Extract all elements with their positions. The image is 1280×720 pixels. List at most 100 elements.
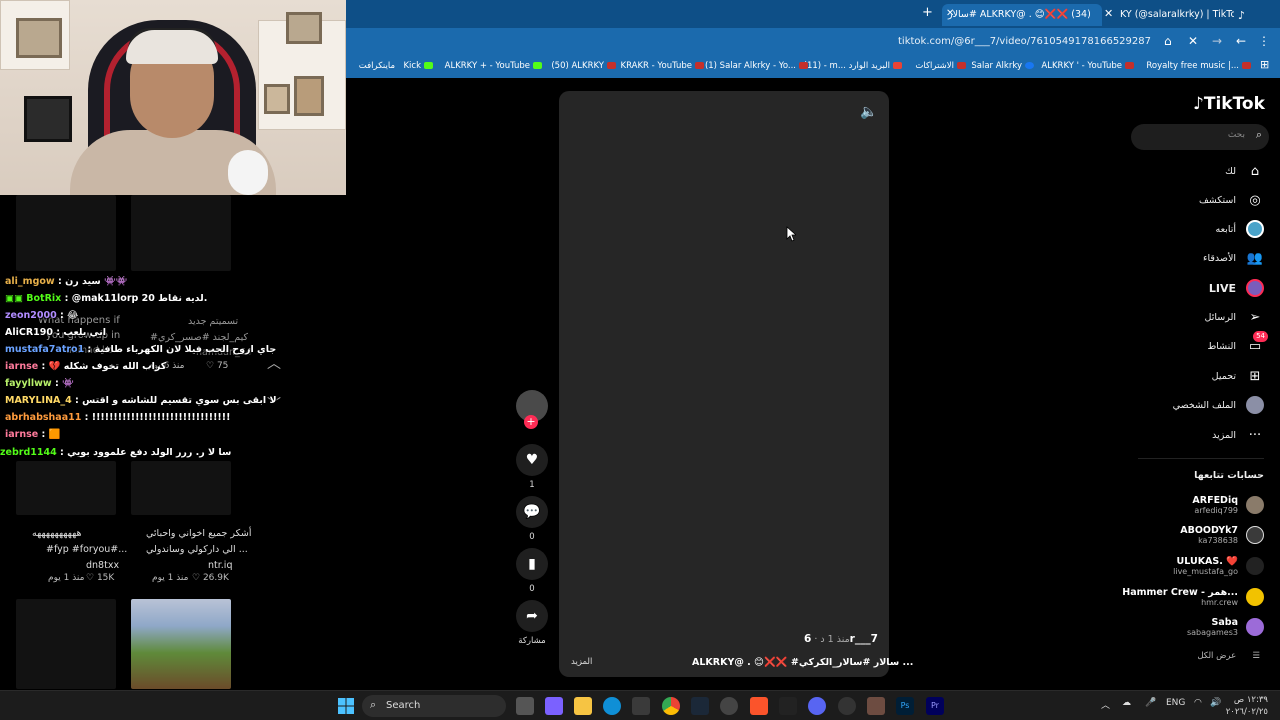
taskbar-clock[interactable]: ١٢:٣٩ ص ٢٠٢٦/٠٢/٢٥	[1226, 694, 1268, 718]
edge-icon[interactable]	[603, 697, 621, 715]
search-input[interactable]: بحث ⌕	[1131, 124, 1269, 150]
minecraft-thumbnail[interactable]	[131, 599, 231, 689]
nav-friends[interactable]: الأصدقاء 👥	[1203, 247, 1264, 269]
video-author[interactable]: dn8txx	[86, 560, 119, 571]
followed-account[interactable]: ABOODYk7 ka738638	[1180, 520, 1264, 550]
creator-avatar[interactable]: +	[512, 390, 552, 429]
nav-for-you[interactable]: لك ⌂	[1225, 160, 1264, 182]
like-button[interactable]: ♥ 1	[512, 444, 552, 490]
share-icon[interactable]: ➦	[516, 600, 548, 632]
video-title[interactable]: أشكر جميع اخواني واحبائي	[146, 528, 251, 539]
chat-username[interactable]: BotRix	[26, 293, 61, 304]
brave-icon[interactable]	[750, 697, 768, 715]
premiere-icon[interactable]: Pr	[926, 697, 944, 715]
tiktok-logo[interactable]: ♪TikTok	[1193, 94, 1265, 114]
windows-start-icon[interactable]	[337, 697, 355, 715]
chat-username[interactable]: fayyllww	[5, 378, 52, 389]
nav-upload[interactable]: تحميل ⊞	[1212, 365, 1264, 387]
video-thumbnail[interactable]	[131, 195, 231, 271]
scroll-up-button[interactable]: ︿	[263, 353, 285, 375]
url-field[interactable]: tiktok.com/@6r___7/video/761054917816652…	[898, 36, 1151, 47]
forward-icon[interactable]: →	[1212, 34, 1222, 48]
browser-tab-active[interactable]: سالار# ALKRKY@ . 😊❌❌ (34)	[942, 4, 1102, 26]
apps-grid-icon[interactable]: ⊞	[1260, 58, 1269, 71]
comment-button[interactable]: 💬 0	[512, 496, 552, 542]
browser-tab[interactable]: KY (@salaralkrky) | TikTok(+99)	[1120, 4, 1234, 26]
bookmark-item[interactable]: Salar Alkrky	[971, 61, 1034, 71]
back-icon[interactable]: ←	[1236, 34, 1246, 48]
discord-icon[interactable]	[808, 697, 826, 715]
video-thumbnail[interactable]	[16, 195, 116, 271]
wifi-icon[interactable]: ◠	[1194, 698, 1202, 708]
video-thumbnail[interactable]	[16, 599, 116, 689]
taskbar-search[interactable]: ⌕ Search	[362, 695, 506, 717]
followed-account[interactable]: ARFEDiq arfediq799	[1192, 490, 1264, 520]
followed-account[interactable]: Hammer Crew - همر... hmr.crew	[1122, 582, 1264, 612]
video-thumbnail[interactable]	[16, 461, 116, 515]
home-icon[interactable]: ⌂	[1164, 34, 1172, 48]
bookmark-item[interactable]: KRAKR - YouTube	[621, 61, 704, 71]
chat-username[interactable]: abrhabshaa11	[5, 412, 81, 423]
bookmark-item[interactable]: Royalty free music |...	[1146, 61, 1251, 71]
bookmark-icon[interactable]: ▮	[516, 548, 548, 580]
bookmark-item[interactable]: الاشتراكات	[915, 61, 966, 71]
caption-more-button[interactable]: المزيد	[571, 657, 592, 667]
video-thumbnail[interactable]	[131, 461, 231, 515]
settings-gear-icon[interactable]	[720, 697, 738, 715]
bookmark-item[interactable]: Kick	[403, 61, 433, 71]
chat-username[interactable]: iarnse	[5, 361, 38, 372]
bookmark-item[interactable]: ماينكرافت	[359, 61, 395, 71]
save-button[interactable]: ▮ 0	[512, 548, 552, 594]
chrome-icon[interactable]	[662, 697, 680, 715]
chat-username[interactable]: AliCR190	[5, 327, 53, 338]
followed-account[interactable]: ULUKAS. ❤️ live_mustafa_go	[1173, 551, 1264, 581]
nav-following[interactable]: أتابعه	[1216, 218, 1264, 240]
store-icon[interactable]	[632, 697, 650, 715]
network-cloud-icon[interactable]: ☁	[1122, 698, 1131, 708]
bookmark-item[interactable]: ALKRKY ' - YouTube	[1041, 61, 1134, 71]
nav-explore[interactable]: استكشف ◎	[1199, 189, 1264, 211]
microphone-icon[interactable]: 🎤	[1145, 698, 1156, 708]
search-icon[interactable]: ⌕	[1256, 128, 1262, 142]
capcut-icon[interactable]	[779, 697, 797, 715]
bookmark-item[interactable]: (50) ALKRKY	[551, 61, 616, 71]
copilot-icon[interactable]	[545, 697, 563, 715]
video-caption[interactable]: ALKRKY@ . 😊❌❌ #سالار #سالار_الكركي ...	[692, 657, 913, 668]
bookmark-item[interactable]: (1) Salar Alkrky - Yo...	[705, 61, 808, 71]
bookmark-item[interactable]: ALKRKY + - YouTube	[445, 61, 542, 71]
close-tab-icon[interactable]: ✕	[946, 8, 954, 19]
share-button[interactable]: ➦ مشاركة	[512, 600, 552, 646]
chat-username[interactable]: zeon2000	[5, 310, 57, 321]
tray-overflow-icon[interactable]: ︿	[1101, 698, 1110, 711]
menu-icon[interactable]: ⋮	[1258, 34, 1270, 48]
nav-more[interactable]: المزيد ···	[1212, 424, 1264, 446]
photoshop-icon[interactable]: Ps	[896, 697, 914, 715]
close-icon[interactable]: ✕	[1188, 34, 1198, 48]
comment-icon[interactable]: 💬	[516, 496, 548, 528]
new-tab-button[interactable]: +	[922, 5, 933, 20]
follow-plus-icon[interactable]: +	[524, 415, 538, 429]
video-player[interactable]	[559, 91, 889, 677]
file-explorer-icon[interactable]	[574, 697, 592, 715]
language-indicator[interactable]: ENG	[1166, 698, 1185, 708]
heart-icon[interactable]: ♥	[516, 444, 548, 476]
followed-account[interactable]: Saba sabagames3	[1187, 612, 1264, 642]
video-author[interactable]: ntr.iq	[208, 560, 232, 571]
minecraft-launcher-icon[interactable]	[867, 697, 885, 715]
nav-messages[interactable]: الرسائل ➢	[1205, 306, 1264, 328]
task-view-icon[interactable]	[516, 697, 534, 715]
close-tab-icon[interactable]: ✕	[1104, 7, 1113, 20]
nav-activity[interactable]: النشاط ▭ 54	[1207, 331, 1268, 357]
chat-username[interactable]: ali_mgow	[5, 276, 55, 287]
volume-icon[interactable]: 🔈	[860, 104, 877, 120]
chat-username[interactable]: iarnse	[5, 429, 38, 440]
bookmark-item[interactable]: (11) - m... البريد الوارد	[804, 61, 902, 71]
obs-icon[interactable]	[838, 697, 856, 715]
nav-profile[interactable]: الملف الشخصي	[1173, 394, 1264, 416]
chat-username[interactable]: MARYLINA_4	[5, 395, 72, 406]
speaker-icon[interactable]: 🔊	[1210, 698, 1221, 708]
steam-icon[interactable]	[691, 697, 709, 715]
chat-username[interactable]: zebrd1144	[0, 447, 57, 458]
video-title[interactable]: #fyp #foryou#...	[46, 544, 127, 555]
nav-live[interactable]: LIVE	[1209, 277, 1264, 299]
